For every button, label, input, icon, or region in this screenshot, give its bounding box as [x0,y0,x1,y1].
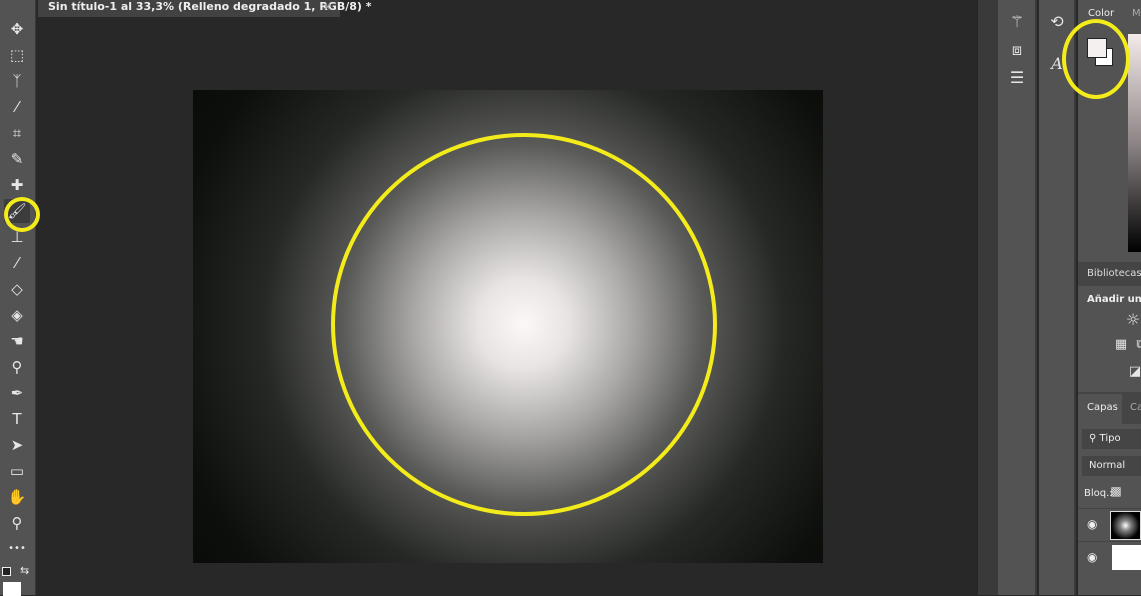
color-picker-field[interactable] [1128,34,1141,252]
move-tool[interactable]: ✥ [4,17,30,41]
path-selection-tool[interactable]: ➤ [4,433,30,457]
layer-row-gradient[interactable]: ◉ [1078,508,1141,541]
zoom-tool[interactable]: ⚲ [4,511,30,535]
panel-icons-column: ⚚ ⧈ ☰ [998,0,1037,595]
properties-icon[interactable]: ☰ [1002,68,1032,87]
tab-swatches[interactable]: M [1132,8,1141,19]
tab-channels[interactable]: Ca [1130,402,1141,413]
tools-panel: ✥ ⬚ ᛉ ⁄ ⌗ ✎ ✚ 🖌 ⊥ ⁄ ◇ ◈ ☚ ⚲ ✒ T ➤ ▭ ✋ ⚲ ••• [0,0,36,595]
libraries-panel-header[interactable]: Bibliotecas [1078,262,1141,286]
history-brush-tool[interactable]: ⁄ [4,251,30,275]
brightness-icon[interactable]: ☼ [1118,310,1141,329]
adjustments-header: Añadir un a [1087,294,1141,305]
eyedropper-tool[interactable]: ✎ [4,147,30,171]
tab-color[interactable]: Color [1088,8,1114,19]
swap-colors-icon[interactable]: ⇆ [20,564,29,577]
paint-bucket-tool[interactable]: ◈ [4,303,30,327]
magic-wand-tool[interactable]: ⁄ [4,95,30,119]
layer-thumbnail [1112,545,1141,570]
panel-gap [978,0,998,595]
type-tool[interactable]: T [4,407,30,431]
lock-transparency-icon[interactable]: ▩ [1110,484,1122,498]
filter-label: Tipo [1099,433,1121,444]
smudge-tool[interactable]: ☚ [4,329,30,353]
hand-tool[interactable]: ✋ [4,485,30,509]
exposure-icon[interactable]: ◪ [1120,364,1141,379]
healing-brush-tool[interactable]: ✚ [4,173,30,197]
highlight-circle-color [1062,19,1130,99]
visibility-eye-icon[interactable]: ◉ [1087,550,1097,564]
search-icon: ⚲ [1089,433,1100,444]
history-icon[interactable]: ⟲ [1042,12,1072,31]
curves-icon[interactable]: ⧉ [1126,337,1141,352]
highlight-circle-canvas [331,133,717,516]
document-tab-bar: Sin título-1 al 33,3% (Relleno degradado… [37,0,978,17]
visibility-eye-icon[interactable]: ◉ [1087,517,1097,531]
panel-icons-column-2: ⟲ A [1039,0,1076,595]
eraser-tool[interactable]: ◇ [4,277,30,301]
fg-bg-swatches[interactable]: ⇆ [2,564,32,596]
rectangle-tool[interactable]: ▭ [4,459,30,483]
marquee-tool[interactable]: ⬚ [4,43,30,67]
close-tab-icon[interactable]: × [323,0,332,14]
lasso-tool[interactable]: ᛉ [4,69,30,93]
layer-filter[interactable]: ⚲ Tipo [1082,429,1141,449]
brushes-icon[interactable]: ⚚ [1002,12,1032,31]
document-tab[interactable]: Sin título-1 al 33,3% (Relleno degradado… [38,0,371,17]
3d-panel-icon[interactable]: ⧈ [1002,40,1032,60]
default-colors-icon[interactable] [2,567,11,576]
layer-thumbnail [1110,511,1141,540]
crop-tool[interactable]: ⌗ [4,121,30,145]
layer-row-background[interactable]: ◉ [1078,541,1141,574]
blend-mode-select[interactable]: Normal [1082,456,1141,476]
foreground-swatch[interactable] [3,582,21,596]
dodge-tool[interactable]: ⚲ [4,355,30,379]
pen-tool[interactable]: ✒ [4,381,30,405]
more-tools[interactable]: ••• [4,537,30,561]
lock-label: Bloq.: [1084,488,1113,499]
tab-layers-label: Capas [1087,402,1118,413]
highlight-circle-brush [4,197,40,232]
